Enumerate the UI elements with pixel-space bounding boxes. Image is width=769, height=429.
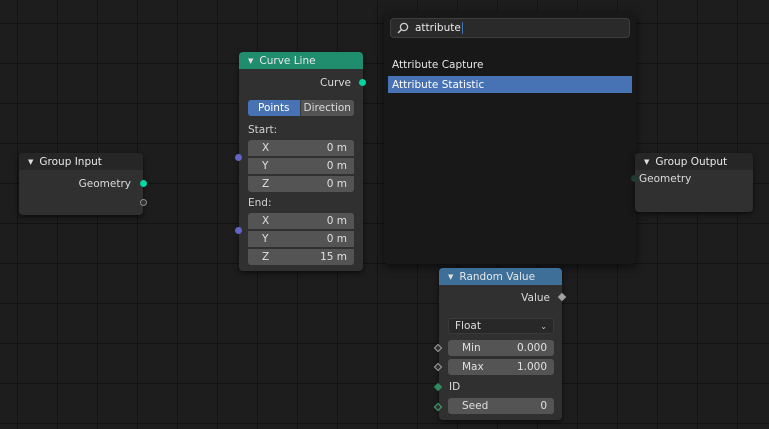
group-output-geometry-label: Geometry [639, 172, 692, 185]
group-input-geometry-socket[interactable] [140, 180, 147, 187]
data-type-dropdown[interactable]: Float ⌄ [448, 318, 554, 334]
random-value-node[interactable]: ▼ Random Value Value Float ⌄ Min 0.000 Ma… [439, 268, 562, 420]
group-input-geometry-row: Geometry [19, 175, 143, 192]
group-output-title: Group Output [655, 155, 728, 168]
end-z-field[interactable]: Z 15 m [248, 249, 354, 265]
random-value-title: Random Value [459, 270, 536, 283]
id-label: ID [449, 380, 461, 393]
group-output-geometry-socket[interactable] [631, 175, 638, 182]
end-y-field[interactable]: Y0 m [248, 231, 354, 247]
curve-line-node[interactable]: ▼ Curve Line Curve Points Direction Star… [239, 52, 363, 271]
start-label: Start: [248, 124, 278, 136]
add-node-search-popup: attribute Attribute Capture Attribute St… [384, 12, 636, 264]
group-input-empty-socket[interactable] [140, 199, 147, 206]
search-query: attribute [415, 22, 461, 34]
start-vector-socket[interactable] [235, 154, 242, 161]
search-icon [397, 22, 409, 34]
group-output-header[interactable]: ▼ Group Output [635, 153, 753, 170]
mode-toggle[interactable]: Points Direction [248, 100, 354, 116]
group-input-header[interactable]: ▼ Group Input [19, 153, 143, 170]
curve-output-label: Curve [320, 76, 351, 89]
collapse-triangle-icon[interactable]: ▼ [448, 273, 453, 281]
mode-points-button[interactable]: Points [248, 100, 300, 116]
mode-direction-button[interactable]: Direction [299, 100, 354, 116]
curve-line-title: Curve Line [259, 54, 316, 67]
chevron-down-icon: ⌄ [540, 321, 547, 331]
min-field[interactable]: Min 0.000 [448, 340, 554, 356]
collapse-triangle-icon[interactable]: ▼ [248, 57, 253, 65]
value-output-row: Value [439, 289, 562, 306]
id-row: ID [439, 378, 562, 395]
random-value-header[interactable]: ▼ Random Value [439, 268, 562, 285]
group-input-geometry-label: Geometry [78, 177, 131, 190]
end-label: End: [248, 197, 272, 209]
group-output-geometry-row: Geometry [635, 170, 753, 187]
start-z-field[interactable]: Z0 m [248, 176, 354, 192]
collapse-triangle-icon[interactable]: ▼ [644, 158, 649, 166]
start-x-field[interactable]: X0 m [248, 140, 354, 156]
curve-output-socket[interactable] [359, 79, 366, 86]
data-type-value: Float [455, 320, 481, 332]
search-result-attribute-capture[interactable]: Attribute Capture [388, 56, 632, 73]
collapse-triangle-icon[interactable]: ▼ [28, 158, 33, 166]
start-y-field[interactable]: Y0 m [248, 158, 354, 174]
curve-output-row: Curve [239, 74, 363, 91]
search-field[interactable]: attribute [390, 18, 630, 38]
group-input-node[interactable]: ▼ Group Input Geometry [19, 153, 143, 215]
value-output-label: Value [521, 291, 550, 304]
end-vector-socket[interactable] [235, 227, 242, 234]
max-field[interactable]: Max 1.000 [448, 359, 554, 375]
text-caret [461, 22, 463, 34]
end-x-field[interactable]: X0 m [248, 213, 354, 229]
search-result-attribute-statistic[interactable]: Attribute Statistic [388, 76, 632, 93]
curve-line-header[interactable]: ▼ Curve Line [239, 52, 363, 69]
group-input-title: Group Input [39, 155, 102, 168]
group-output-node[interactable]: ▼ Group Output Geometry [635, 153, 753, 212]
seed-field[interactable]: Seed 0 [448, 398, 554, 414]
